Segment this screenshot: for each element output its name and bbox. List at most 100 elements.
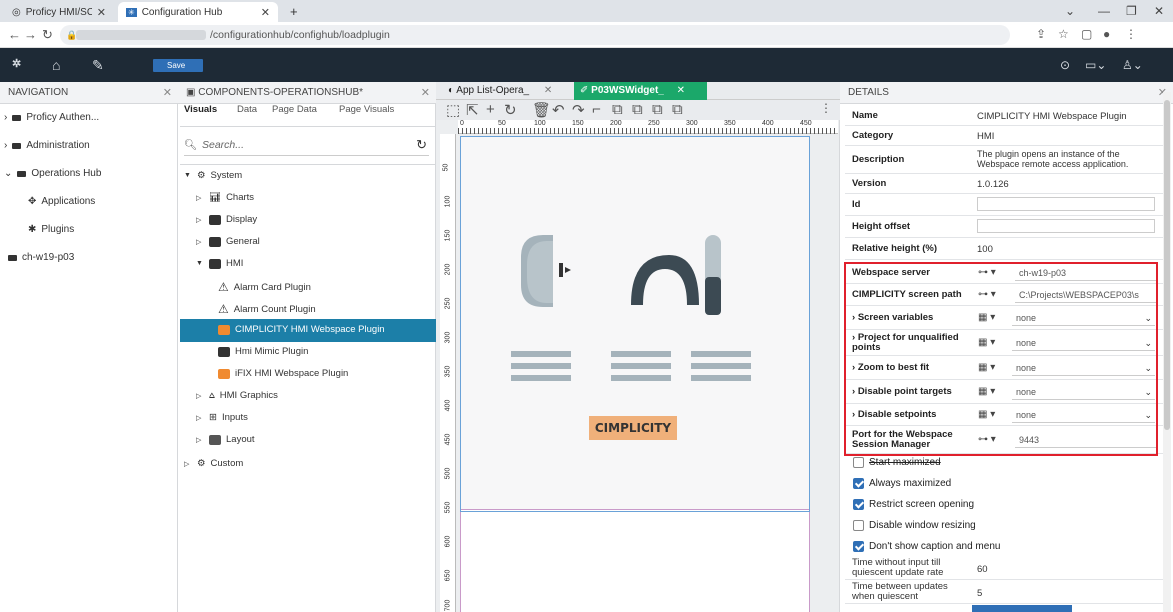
- nav-item-ch-w19-p03[interactable]: ch-w19-p03: [8, 252, 74, 263]
- close-icon[interactable]: ✕: [421, 82, 430, 104]
- checkbox-start-maximized[interactable]: Start maximized: [853, 457, 941, 468]
- tree-item-system[interactable]: ▼ ⚙ System: [184, 170, 242, 181]
- reload-icon[interactable]: ↻: [42, 27, 53, 43]
- tree-item-layout[interactable]: ▷ Layout: [196, 434, 255, 445]
- search-input[interactable]: Search...: [202, 139, 244, 151]
- bookmark-star-icon[interactable]: ☆: [1058, 27, 1069, 41]
- checkbox[interactable]: [853, 541, 864, 552]
- checkbox[interactable]: [853, 457, 864, 468]
- rotate-icon[interactable]: ↻: [504, 101, 517, 119]
- tab-search-icon[interactable]: ⌄: [1065, 4, 1075, 18]
- tree-item-hmi-mimic[interactable]: Hmi Mimic Plugin: [218, 346, 308, 357]
- detail-value: 1.0.126: [977, 179, 1009, 190]
- tab-page-visuals[interactable]: Page Visuals: [339, 104, 394, 115]
- checkbox[interactable]: [853, 478, 864, 489]
- more-icon[interactable]: ⋮: [820, 101, 832, 115]
- id-input[interactable]: [977, 197, 1155, 211]
- front-icon[interactable]: ⧉: [652, 101, 663, 118]
- tree-item-ifix[interactable]: iFIX HMI Webspace Plugin: [218, 368, 348, 379]
- browser-tab-confighub[interactable]: ✳ Configuration Hub ✕: [118, 2, 278, 22]
- tab-visuals[interactable]: Visuals: [184, 104, 217, 115]
- delete-icon[interactable]: 🗑︎: [532, 101, 551, 119]
- checkbox-always-maximized[interactable]: Always maximized: [853, 478, 951, 489]
- tree-item-general[interactable]: ▷ General: [196, 236, 260, 247]
- refresh-icon[interactable]: ↻: [416, 137, 427, 153]
- back-icon[interactable]: ⧉: [672, 101, 683, 118]
- close-icon[interactable]: ✕: [544, 85, 552, 96]
- undo-icon[interactable]: ↶: [552, 101, 565, 119]
- checkbox[interactable]: [853, 520, 864, 531]
- caret-right-icon: ▷: [196, 216, 202, 224]
- nav-item-applications[interactable]: ✥ Applications: [28, 196, 95, 207]
- checkbox-restrict-screen[interactable]: Restrict screen opening: [853, 499, 974, 510]
- checkbox-no-caption[interactable]: Don't show caption and menu: [853, 541, 1000, 552]
- tree-label: General: [226, 236, 260, 247]
- add-condition-button[interactable]: [972, 605, 1072, 612]
- nav-item-operations-hub[interactable]: ⌄ Operations Hub: [4, 168, 101, 179]
- tree-item-charts[interactable]: ▷ 📊︎ Charts: [196, 192, 254, 203]
- folder-open-icon: [17, 170, 27, 177]
- height-offset-input[interactable]: [977, 219, 1155, 233]
- tree-label: Inputs: [221, 412, 248, 423]
- tree-item-alarm-card[interactable]: ⚠ Alarm Card Plugin: [218, 280, 311, 294]
- tab-app-list[interactable]: ◐ App List-Opera_ ✕: [442, 82, 558, 100]
- add-icon[interactable]: +: [486, 101, 495, 118]
- quiescent-time-input[interactable]: 60: [977, 564, 988, 575]
- edit-icon[interactable]: ✎: [92, 57, 104, 74]
- close-icon[interactable]: ✕: [677, 85, 685, 96]
- tab-page-data[interactable]: Page Data: [272, 104, 317, 115]
- redo-icon[interactable]: ↷: [572, 101, 585, 119]
- tree-item-alarm-count[interactable]: ⚠ Alarm Count Plugin: [218, 302, 316, 316]
- save-button[interactable]: Save: [153, 59, 203, 72]
- back-icon[interactable]: ←: [8, 27, 21, 42]
- tree-item-inputs[interactable]: ▷ ⊞ Inputs: [196, 412, 248, 423]
- tree-item-cimplicity[interactable]: CIMPLICITY HMI Webspace Plugin: [218, 324, 385, 335]
- nav-item-proficy-auth[interactable]: › Proficy Authen...: [4, 112, 99, 123]
- scrollbar-thumb[interactable]: [1164, 100, 1170, 430]
- checkbox-disable-resizing[interactable]: Disable window resizing: [853, 520, 976, 531]
- sidepanel-icon[interactable]: ▢: [1081, 27, 1092, 41]
- close-icon[interactable]: ✕: [163, 82, 172, 104]
- nav-item-plugins[interactable]: ✱ Plugins: [28, 224, 74, 235]
- tree-item-hmi-graphics[interactable]: ▷ ⩟ HMI Graphics: [196, 390, 278, 401]
- tab-data[interactable]: Data: [237, 104, 257, 115]
- close-tab-icon[interactable]: ✕: [97, 6, 106, 19]
- browser-tab-label: Proficy HMI/SCADA CIMPLIC: [25, 6, 92, 18]
- nav-item-administration[interactable]: › Administration: [4, 140, 90, 151]
- share-icon[interactable]: ⇪: [1036, 27, 1046, 41]
- relative-height-input[interactable]: 100: [977, 244, 993, 255]
- help-icon[interactable]: ⊙: [1060, 58, 1070, 72]
- forward-icon[interactable]: →: [24, 27, 37, 42]
- checkbox[interactable]: [853, 499, 864, 510]
- tab-p03wswidget[interactable]: ✐ P03WSWidget_ ✕: [574, 82, 707, 100]
- layout-icon[interactable]: ▭⌄: [1085, 58, 1106, 72]
- widget-page[interactable]: [460, 136, 810, 510]
- select-icon[interactable]: ⬚: [446, 101, 460, 119]
- tree-item-custom[interactable]: ▷ ⚙ Custom: [184, 458, 243, 469]
- tree-item-display[interactable]: ▷ Display: [196, 214, 257, 225]
- url-field[interactable]: 🔒 /configurationhub/confighub/loadplugin: [60, 25, 1010, 45]
- ungroup-icon[interactable]: ⧉: [632, 101, 643, 118]
- close-tab-icon[interactable]: ✕: [261, 6, 270, 19]
- minimize-icon[interactable]: —: [1098, 4, 1110, 18]
- pointer-icon[interactable]: ⇱: [466, 101, 479, 119]
- tree-label: HMI Graphics: [219, 390, 278, 401]
- user-icon[interactable]: ♙⌄: [1122, 58, 1143, 72]
- group-icon[interactable]: ⧉: [612, 101, 623, 118]
- thermometer-icon: [705, 235, 721, 315]
- new-tab-button[interactable]: +: [290, 4, 298, 19]
- home-icon[interactable]: ⌂: [52, 57, 60, 73]
- restore-icon[interactable]: ❐: [1126, 4, 1137, 18]
- profile-icon[interactable]: ●: [1103, 27, 1110, 41]
- close-window-icon[interactable]: ✕: [1154, 4, 1164, 18]
- quiescent-updates-input[interactable]: 5: [977, 588, 982, 599]
- browser-menu-icon[interactable]: ⋮: [1125, 27, 1137, 41]
- browser-tab-proficy[interactable]: ◎ Proficy HMI/SCADA CIMPLIC ✕: [4, 2, 114, 22]
- tree-item-hmi[interactable]: ▼ HMI: [196, 258, 243, 269]
- cimplicity-icon: [218, 324, 230, 335]
- ruler-label: 200: [444, 263, 452, 276]
- connector-icon[interactable]: ⌐: [592, 101, 601, 118]
- tree-label: Alarm Count Plugin: [233, 303, 316, 315]
- checkbox-label: Disable window resizing: [869, 520, 976, 531]
- search-field[interactable]: 🔍︎ Search... ↻: [184, 134, 429, 156]
